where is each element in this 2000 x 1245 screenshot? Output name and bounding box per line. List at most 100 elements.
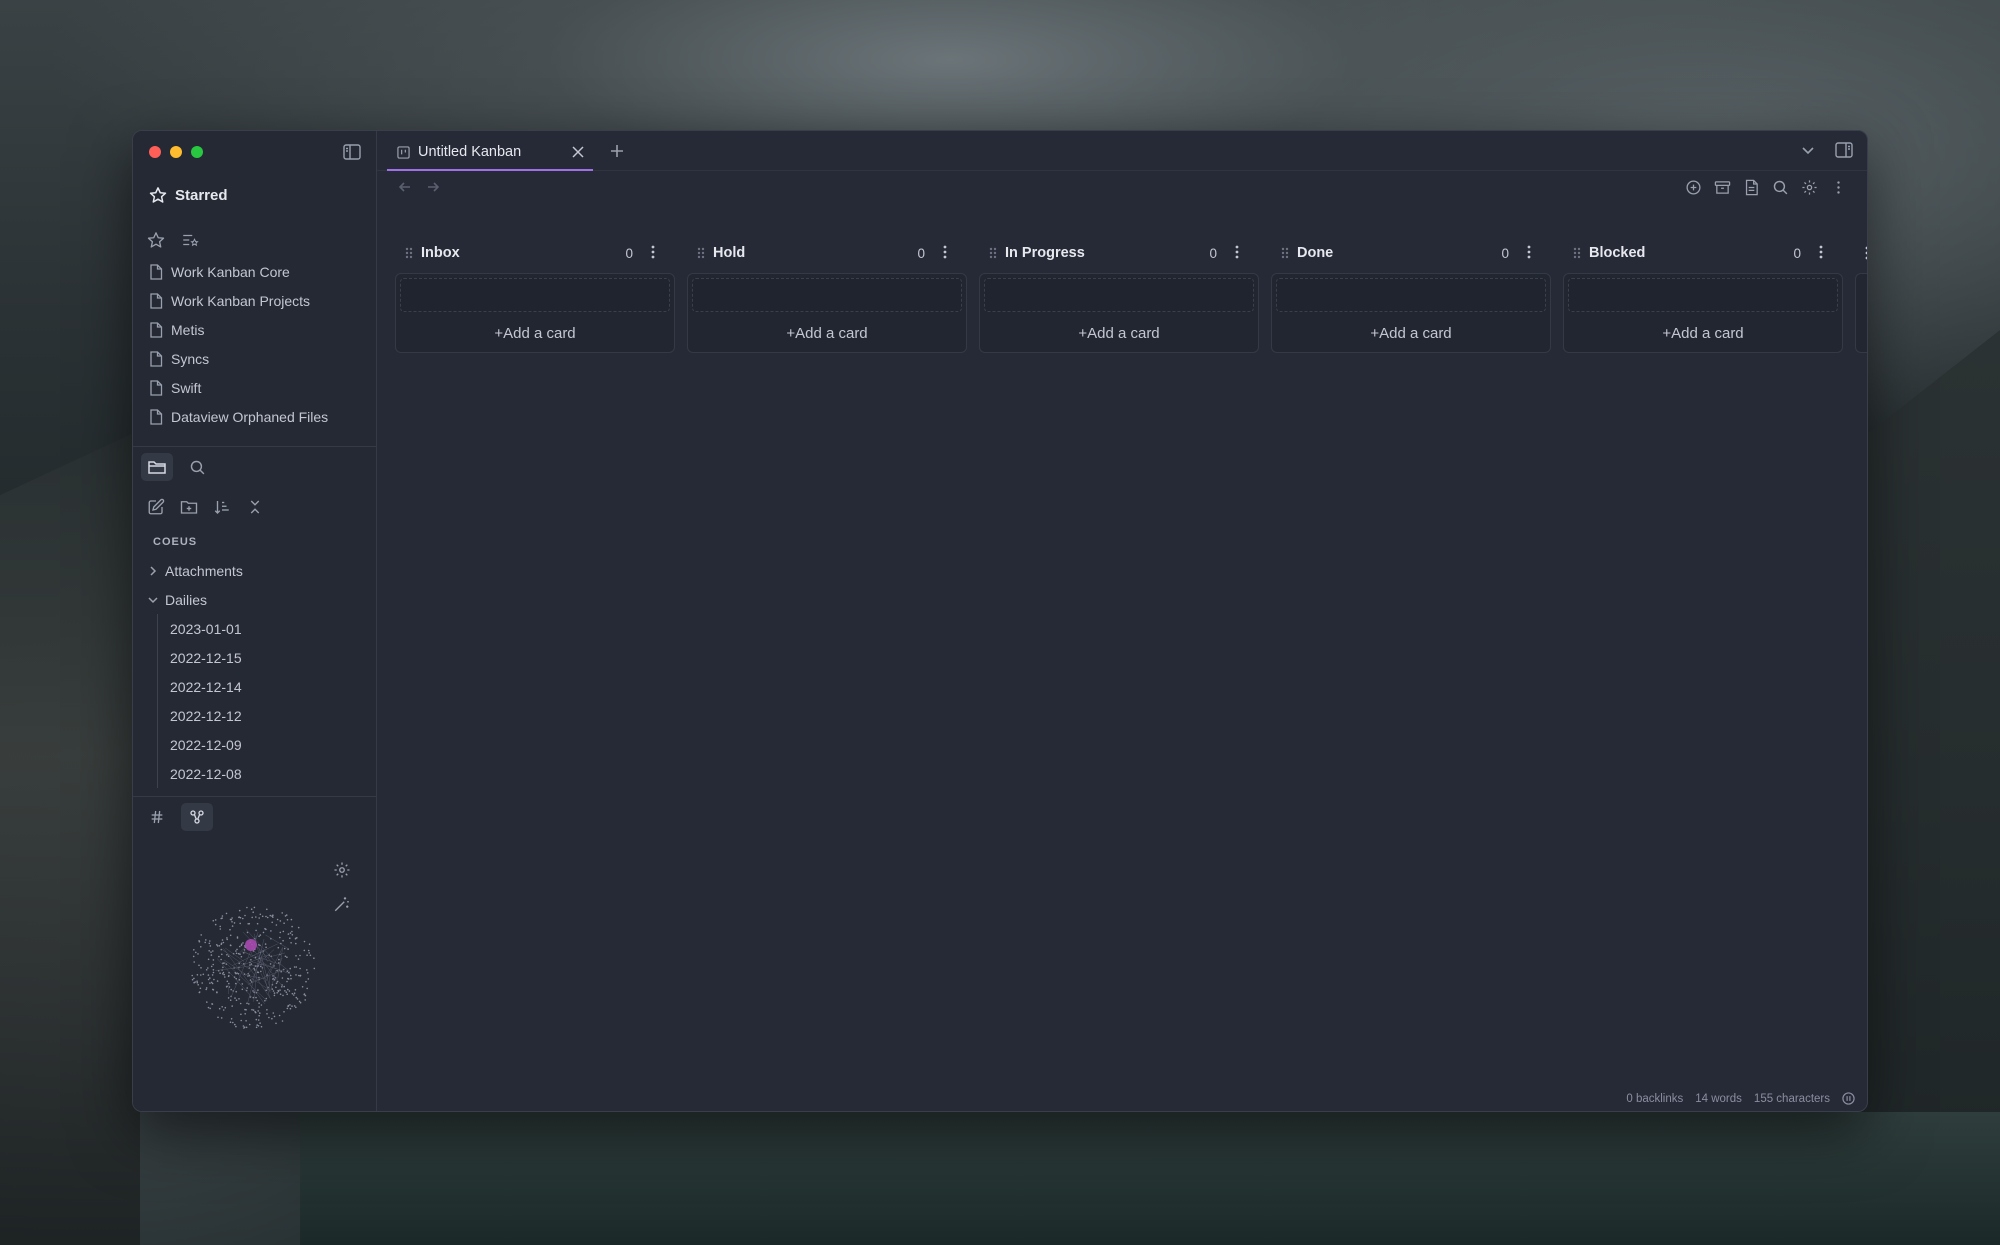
lane-partial: [1855, 237, 1867, 357]
starred-item-label: Dataview Orphaned Files: [171, 408, 329, 425]
file-explorer-tab[interactable]: [141, 453, 173, 481]
right-sidebar-toggle-icon[interactable]: [1835, 142, 1853, 158]
magic-wand-icon[interactable]: [333, 895, 351, 913]
markdown-view-icon[interactable]: [1743, 179, 1760, 196]
collapse-all-icon[interactable]: [246, 498, 264, 516]
daily-note-item[interactable]: 2022-12-14: [168, 672, 367, 701]
archive-icon[interactable]: [1714, 179, 1731, 196]
star-list-icon[interactable]: [181, 231, 199, 249]
graph-node: [212, 969, 215, 971]
add-card-button[interactable]: +Add a card: [1568, 325, 1838, 342]
tags-tab[interactable]: [141, 803, 173, 831]
new-tab-icon[interactable]: [609, 143, 625, 159]
starred-item[interactable]: Metis: [149, 315, 369, 344]
new-folder-icon[interactable]: [180, 498, 198, 516]
tab-untitled-kanban[interactable]: Untitled Kanban: [387, 135, 593, 171]
graph-node: [290, 942, 292, 944]
graph-canvas[interactable]: [189, 903, 317, 1031]
daily-note-item[interactable]: 2022-12-12: [168, 701, 367, 730]
drag-handle-icon[interactable]: [405, 246, 413, 260]
zoom-window-button[interactable]: [191, 146, 203, 158]
graph-node: [307, 978, 310, 980]
drag-handle-icon[interactable]: [1281, 246, 1289, 260]
graph-node: [214, 923, 217, 926]
more-vertical-icon[interactable]: [1235, 245, 1239, 259]
starred-header[interactable]: Starred: [149, 186, 228, 204]
lane-header[interactable]: Done 0: [1271, 237, 1551, 269]
add-card-button[interactable]: +Add a card: [400, 325, 670, 342]
add-card-button[interactable]: +Add a card: [692, 325, 962, 342]
graph-node: [308, 952, 310, 954]
add-card-button[interactable]: +Add a card: [1276, 325, 1546, 342]
graph-node: [209, 977, 211, 979]
more-vertical-icon[interactable]: [1527, 245, 1531, 259]
starred-item[interactable]: Syncs: [149, 344, 369, 373]
gear-icon[interactable]: [333, 861, 351, 879]
graph-node: [286, 956, 288, 958]
add-list-icon[interactable]: [1685, 179, 1702, 196]
lane-header[interactable]: Hold 0: [687, 237, 967, 269]
more-vertical-icon[interactable]: [943, 245, 947, 259]
sidebar-toggle-icon[interactable]: [343, 144, 361, 160]
graph-node: [293, 966, 296, 968]
starred-item[interactable]: Swift: [149, 373, 369, 402]
graph-node: [289, 1007, 292, 1010]
graph-node: [257, 1025, 260, 1027]
graph-edge: [267, 952, 286, 958]
graph-node: [253, 969, 256, 971]
daily-note-item[interactable]: 2022-12-15: [168, 643, 367, 672]
graph-node: [295, 942, 297, 945]
starred-item[interactable]: Work Kanban Core: [149, 257, 369, 286]
lane-header[interactable]: In Progress 0: [979, 237, 1259, 269]
close-window-button[interactable]: [149, 146, 161, 158]
arrow-right-icon[interactable]: [425, 179, 441, 195]
graph-node: [271, 1017, 273, 1020]
lane-header[interactable]: Inbox 0: [395, 237, 675, 269]
starred-item[interactable]: Dataview Orphaned Files: [149, 402, 369, 431]
daily-note-item[interactable]: 2022-12-09: [168, 730, 367, 759]
graph-node: [255, 929, 257, 932]
starred-item[interactable]: Work Kanban Projects: [149, 286, 369, 315]
sync-status-icon[interactable]: [1842, 1092, 1855, 1105]
backlinks-count[interactable]: 0 backlinks: [1626, 1093, 1683, 1105]
folder-attachments[interactable]: Attachments: [147, 556, 367, 585]
graph-node: [257, 989, 259, 991]
folder-dailies[interactable]: Dailies: [147, 585, 367, 614]
close-icon[interactable]: [571, 145, 585, 159]
more-vertical-icon[interactable]: [651, 245, 655, 259]
drag-handle-icon[interactable]: [989, 246, 997, 260]
lane-body: +Add a card: [1271, 273, 1551, 353]
graph-node: [286, 993, 288, 995]
graph-node: [207, 967, 209, 969]
graph-node: [288, 990, 291, 992]
more-vertical-icon[interactable]: [1830, 179, 1847, 196]
graph-tab[interactable]: [181, 803, 213, 831]
add-card-button[interactable]: +Add a card: [984, 325, 1254, 342]
arrow-left-icon[interactable]: [397, 179, 413, 195]
star-add-icon[interactable]: [147, 231, 165, 249]
search-tab[interactable]: [181, 453, 213, 481]
more-vertical-icon[interactable]: [1819, 245, 1823, 259]
lane-title: Blocked: [1589, 245, 1646, 261]
daily-note-item[interactable]: 2022-12-08: [168, 759, 367, 788]
graph-node: [219, 925, 221, 928]
chevron-down-icon[interactable]: [1801, 143, 1815, 157]
more-vertical-icon[interactable]: [1865, 246, 1867, 260]
search-icon[interactable]: [1772, 179, 1789, 196]
daily-note-item[interactable]: 2023-01-01: [168, 614, 367, 643]
lane-header[interactable]: Blocked 0: [1563, 237, 1843, 269]
sort-icon[interactable]: [213, 498, 231, 516]
new-note-icon[interactable]: [147, 498, 165, 516]
graph-node: [260, 1004, 263, 1006]
lane-header[interactable]: [1855, 237, 1867, 269]
gear-icon[interactable]: [1801, 179, 1818, 196]
vault-name[interactable]: COEUS: [153, 536, 197, 548]
local-graph[interactable]: [189, 903, 317, 1031]
drag-handle-icon[interactable]: [1573, 246, 1581, 260]
graph-node: [293, 992, 296, 994]
background-cliff: [0, 430, 140, 1245]
graph-node: [308, 943, 311, 945]
minimize-window-button[interactable]: [170, 146, 182, 158]
sidebar-divider: [133, 446, 376, 447]
drag-handle-icon[interactable]: [697, 246, 705, 260]
